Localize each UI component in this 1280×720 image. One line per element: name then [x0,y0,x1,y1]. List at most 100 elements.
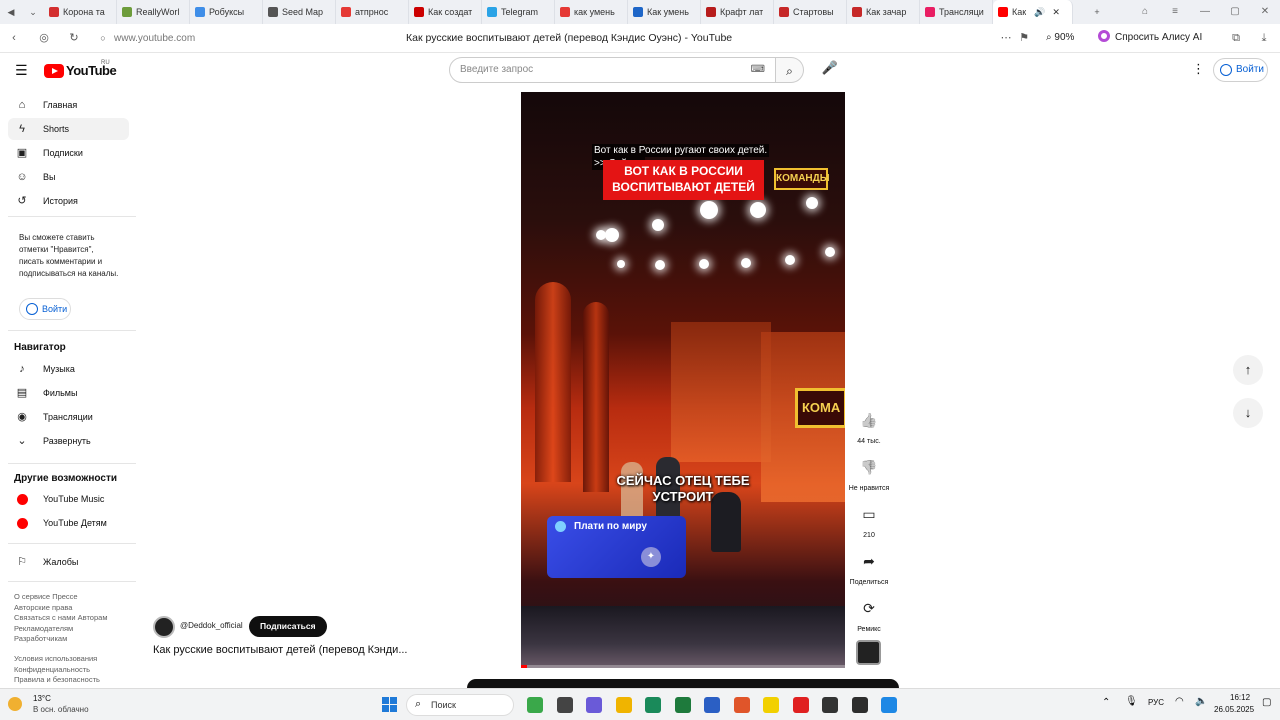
bookmark-tabs-icon[interactable]: ⌂ [1130,0,1160,24]
previous-video-button[interactable]: ↑ [1233,355,1263,385]
guide-menu-icon[interactable]: ☰ [15,62,28,79]
taskbar-search[interactable]: ⌕ Поиск [406,694,514,716]
yandex-browser-icon[interactable] [763,697,779,713]
language-indicator[interactable]: РУС [1148,698,1164,707]
ask-alice-button[interactable]: Спросить Алису AI [1115,32,1202,43]
search-button[interactable]: ⌕ [776,57,804,83]
sidebar-item-3[interactable]: ☺ Вы [8,166,129,188]
keyboard-icon[interactable]: ⌨ [751,58,765,82]
browser-tab[interactable]: Трансляци [920,0,993,24]
next-video-button[interactable]: ↓ [1233,398,1263,428]
tab-audio-icon[interactable]: 🔊 [1034,7,1045,18]
taskbar-app-icon[interactable] [881,697,897,713]
reload-icon[interactable]: ↻ [66,30,82,46]
browser-tab[interactable]: как умень [555,0,628,24]
sound-thumbnail[interactable] [856,640,881,665]
browser-tab[interactable]: ReallyWorl [117,0,190,24]
taskbar-app-icon[interactable] [733,697,750,713]
remix-icon: ⟳ [863,600,875,616]
menu-icon[interactable]: ≡ [1160,0,1190,24]
video-title[interactable]: Как русские воспитывают детей (перевод К… [153,644,408,656]
more-icon[interactable]: ⋯ [998,30,1014,46]
taskbar-app-icon[interactable] [851,697,868,713]
navigator-item-3[interactable]: ⌄ Развернуть [8,430,129,452]
sidebar-item-1[interactable]: ϟ Shorts [8,118,129,140]
browser-tab[interactable]: Как зачар [847,0,920,24]
file-explorer-icon[interactable] [615,697,632,713]
taskbar-app-icon[interactable] [822,697,838,713]
tab-close-icon[interactable]: ✕ [1052,7,1060,18]
share-button[interactable]: ➦ Поделиться [848,544,890,586]
volume-icon[interactable]: 🔈 [1195,696,1207,707]
browser-tab[interactable]: атпрнос [336,0,409,24]
weather-desc[interactable]: В осн. облачно [33,705,89,714]
shorts-video-player[interactable]: Вот как в России ругают своих детей. >> … [521,92,845,668]
progress-track[interactable] [521,665,845,668]
taskbar-app-icon[interactable] [586,697,602,713]
taskbar-app-icon[interactable] [527,697,543,713]
bookmark-icon[interactable]: ⚑ [1016,30,1032,46]
sidebar-item-0[interactable]: ⌂ Главная [8,94,129,116]
taskbar-app-icon[interactable] [645,697,661,713]
minimize-icon[interactable]: — [1190,0,1220,24]
sidebar-item-2[interactable]: ▣ Подписки [8,142,129,164]
zoom-indicator[interactable]: ⌕ 90% [1046,32,1074,43]
user-icon: ☺ [16,171,28,183]
channel-handle[interactable]: @Deddok_official [180,621,243,630]
browser-tab[interactable]: Seed Map [263,0,336,24]
sidebar-signin-button[interactable]: Войти [19,298,71,320]
sidebar-item-report[interactable]: ⚐ Жалобы [8,551,129,573]
browser-tab[interactable]: Крафт лат [701,0,774,24]
search-input[interactable]: Введите запрос ⌨ [449,57,776,83]
clock-time[interactable]: 16:12 [1230,693,1250,702]
next-video-preview[interactable] [467,679,899,688]
yandex-icon[interactable] [792,697,809,713]
site-info-icon[interactable]: ○ [95,30,111,46]
header-signin-button[interactable]: Войти [1213,58,1268,82]
navigator-item-0[interactable]: ♪ Музыка [8,358,129,380]
more-item-1[interactable]: YouTube Детям [8,512,129,534]
tab-list-icon[interactable]: ⌄ [22,7,44,18]
browser-tab[interactable]: Робуксы [190,0,263,24]
more-item-0[interactable]: YouTube Music [8,488,129,510]
sidebar-item-4[interactable]: ↺ История [8,190,129,212]
tab-back-icon[interactable]: ◀ [0,7,22,18]
browser-tab[interactable]: Как создат [409,0,482,24]
new-tab-icon[interactable]: + [1086,7,1108,17]
notifications-icon[interactable]: ▢ [1262,697,1271,708]
browser-tab[interactable]: Корона та [44,0,117,24]
like-button[interactable]: 👍 44 тыс. [848,403,890,445]
taskbar-app-icon[interactable] [556,697,573,713]
browser-tab[interactable]: Стартовы [774,0,847,24]
maximize-icon[interactable]: ▢ [1220,0,1250,24]
back-icon[interactable]: ‹ [6,30,22,46]
footer-links-2[interactable]: Условия использования Конфиденциальность… [14,654,134,686]
settings-more-icon[interactable]: ⋮ [1192,61,1205,77]
browser-tab[interactable]: Telegram [482,0,555,24]
microphone-tray-icon[interactable]: 🎙 [1125,696,1138,707]
remix-button[interactable]: ⟳ Ремикс [848,591,890,633]
navigator-item-2[interactable]: ◉ Трансляции [8,406,129,428]
url-text[interactable]: www.youtube.com [114,33,195,44]
footer-links-1[interactable]: О сервисе Прессе Авторские права Связать… [14,592,134,645]
dislike-button[interactable]: 👎 Не нравится [848,450,890,492]
wifi-icon[interactable]: ◠ [1175,696,1184,707]
excel-icon[interactable] [674,697,691,713]
windows-start-icon[interactable] [382,697,398,713]
browser-tab[interactable]: Как 🔊 ✕ [993,0,1073,24]
extension-icon[interactable]: ⧉ [1228,30,1244,46]
word-icon[interactable] [704,697,720,713]
subscribe-button[interactable]: Подписаться [249,616,327,637]
close-window-icon[interactable]: ✕ [1250,0,1280,24]
weather-temp[interactable]: 13°C [33,694,51,703]
browser-tab[interactable]: Как умень [628,0,701,24]
tray-chevron-icon[interactable]: ⌃ [1102,697,1110,708]
navigator-item-1[interactable]: ▤ Фильмы [8,382,129,404]
protect-icon[interactable]: ◎ [36,30,52,46]
microphone-icon[interactable]: 🎤 [821,60,839,80]
comments-button[interactable]: ▭ 210 [848,497,890,539]
ad-card[interactable]: Плати по миру ✦ [547,516,686,578]
channel-avatar[interactable] [153,616,175,638]
download-icon[interactable]: ⤓ [1256,30,1272,46]
clock-date[interactable]: 26.05.2025 [1214,705,1254,714]
